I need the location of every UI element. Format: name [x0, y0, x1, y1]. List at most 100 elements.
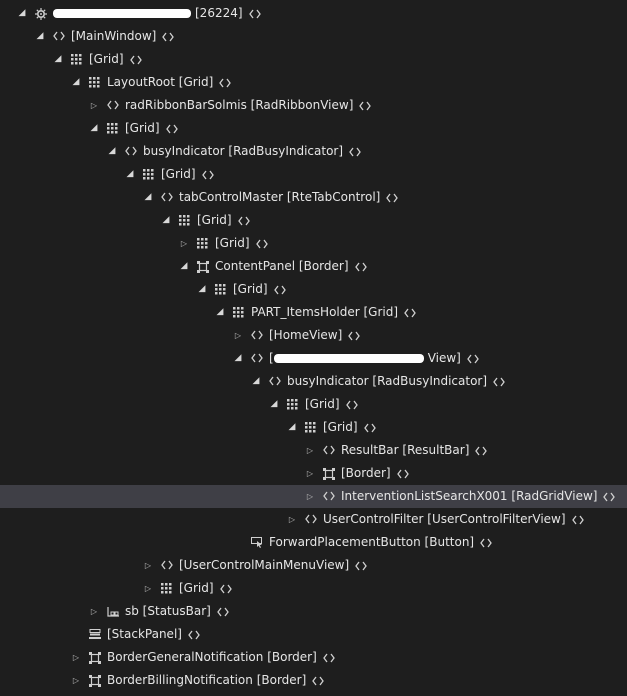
collapse-arrow-icon[interactable]: ◢: [214, 301, 226, 324]
tree-row[interactable]: ◢ [26224]: [0, 2, 627, 25]
tree-row[interactable]: ◢ busyIndicator [RadBusyIndicator]: [0, 140, 627, 163]
tree-row[interactable]: ◢ LayoutRoot [Grid]: [0, 71, 627, 94]
code-icon[interactable]: [480, 531, 494, 554]
collapse-arrow-icon[interactable]: ◢: [250, 370, 262, 393]
expand-arrow-icon[interactable]: ▷: [286, 508, 298, 531]
expand-arrow-icon[interactable]: ▷: [232, 324, 244, 347]
code-icon[interactable]: [475, 439, 489, 462]
expand-arrow-icon[interactable]: ▷: [178, 232, 190, 255]
collapse-arrow-icon[interactable]: ◢: [268, 393, 280, 416]
border-icon: [88, 669, 102, 692]
border-icon: [88, 646, 102, 669]
tree-row[interactable]: ▷ [Grid]: [0, 232, 627, 255]
code-icon[interactable]: [349, 140, 363, 163]
collapse-arrow-icon[interactable]: ◢: [178, 255, 190, 278]
code-icon[interactable]: [493, 370, 507, 393]
tree-row[interactable]: ▷ BorderGeneralNotification [Border]: [0, 646, 627, 669]
collapse-arrow-icon[interactable]: ◢: [124, 163, 136, 186]
code-icon[interactable]: [248, 2, 263, 25]
expand-arrow-icon[interactable]: ▷: [304, 462, 316, 485]
expand-arrow-icon[interactable]: ▷: [88, 600, 100, 623]
collapse-arrow-icon[interactable]: ◢: [106, 140, 118, 163]
tree-row[interactable]: ▷ [UserControlMainMenuView]: [0, 554, 627, 577]
code-icon[interactable]: [188, 623, 202, 646]
tree-row[interactable]: ▷ ResultBar [ResultBar]: [0, 439, 627, 462]
tree-row[interactable]: ▷ UserControlFilter [UserControlFilterVie…: [0, 508, 627, 531]
expand-arrow-icon[interactable]: ▷: [70, 669, 82, 692]
collapse-arrow-icon[interactable]: ◢: [160, 209, 172, 232]
tree-row[interactable]: ◢ [Grid]: [0, 278, 627, 301]
code-icon[interactable]: [603, 485, 617, 508]
expand-arrow-icon[interactable]: ▷: [304, 439, 316, 462]
tree-row-label: ForwardPlacementButton [Button]: [269, 531, 494, 554]
collapse-arrow-icon[interactable]: ◢: [232, 347, 244, 370]
tree-row[interactable]: ▷ BorderBillingNotification [Border]: [0, 669, 627, 692]
tree-row[interactable]: ◢ [View]: [0, 347, 627, 370]
tree-row-label: [Grid]: [125, 117, 180, 140]
collapse-arrow-icon[interactable]: ◢: [70, 71, 82, 94]
code-icon: [160, 554, 174, 577]
code-icon[interactable]: [345, 393, 360, 416]
code-icon[interactable]: [322, 646, 337, 669]
tree-row-label: [View]: [269, 347, 481, 370]
tree-row[interactable]: ◢ [Grid]: [0, 117, 627, 140]
code-icon[interactable]: [348, 324, 362, 347]
code-icon[interactable]: [217, 600, 231, 623]
tree-row[interactable]: ForwardPlacementButton [Button]: [0, 531, 627, 554]
code-icon[interactable]: [404, 301, 418, 324]
expand-arrow-icon[interactable]: ▷: [304, 485, 316, 508]
collapse-arrow-icon[interactable]: ◢: [16, 2, 28, 25]
code-icon[interactable]: [396, 462, 411, 485]
collapse-arrow-icon[interactable]: ◢: [286, 416, 298, 439]
tree-row[interactable]: ▷ sb [StatusBar]: [0, 600, 627, 623]
collapse-arrow-icon[interactable]: ◢: [52, 48, 64, 71]
code-icon[interactable]: [363, 416, 378, 439]
tree-row[interactable]: ◢ [MainWindow]: [0, 25, 627, 48]
tree-row[interactable]: ◢ [Grid]: [0, 48, 627, 71]
tree-row[interactable]: ◢ [Grid]: [0, 416, 627, 439]
code-icon[interactable]: [386, 186, 400, 209]
tree-row[interactable]: ◢ [Grid]: [0, 163, 627, 186]
code-icon[interactable]: [162, 25, 176, 48]
code-icon[interactable]: [571, 508, 586, 531]
tree-row[interactable]: ▷ radRibbonBarSolmis [RadRibbonView]: [0, 94, 627, 117]
code-icon[interactable]: [129, 48, 144, 71]
tree-row[interactable]: [StackPanel]: [0, 623, 627, 646]
code-icon[interactable]: [165, 117, 180, 140]
tree-row[interactable]: ◢ ContentPanel [Border]: [0, 255, 627, 278]
collapse-arrow-icon[interactable]: ◢: [88, 117, 100, 140]
collapse-arrow-icon[interactable]: ◢: [196, 278, 208, 301]
tree-row[interactable]: ▷ [Border]: [0, 462, 627, 485]
tree-row[interactable]: ▷ InterventionListSearchX001 [RadGridView…: [0, 485, 627, 508]
expand-arrow-icon[interactable]: ▷: [88, 94, 100, 117]
code-icon[interactable]: [359, 94, 373, 117]
tree-row-label: BorderBillingNotification [Border]: [107, 669, 326, 692]
code-icon: [322, 439, 336, 462]
tree-row[interactable]: ◢ [Grid]: [0, 393, 627, 416]
code-icon[interactable]: [312, 669, 326, 692]
code-icon[interactable]: [467, 347, 481, 370]
code-icon[interactable]: [355, 554, 369, 577]
code-icon[interactable]: [201, 163, 216, 186]
code-icon[interactable]: [237, 209, 252, 232]
tree-row[interactable]: ◢ busyIndicator [RadBusyIndicator]: [0, 370, 627, 393]
code-icon[interactable]: [255, 232, 270, 255]
tree-row[interactable]: ◢ tabControlMaster [RteTabControl]: [0, 186, 627, 209]
code-icon[interactable]: [354, 255, 369, 278]
tree-row[interactable]: ▷ [Grid]: [0, 577, 627, 600]
tree-row-label: [MainWindow]: [71, 25, 176, 48]
code-icon: [124, 140, 138, 163]
code-icon[interactable]: [219, 577, 234, 600]
collapse-arrow-icon[interactable]: ◢: [34, 25, 46, 48]
code-icon[interactable]: [273, 278, 288, 301]
expand-arrow-icon[interactable]: ▷: [70, 646, 82, 669]
visual-tree-view[interactable]: ◢ [26224] ◢ [MainWindow] ◢ [Grid] ◢ LayoutRoot …: [0, 0, 627, 696]
tree-row-label: PART_ItemsHolder [Grid]: [251, 301, 418, 324]
collapse-arrow-icon[interactable]: ◢: [142, 186, 154, 209]
expand-arrow-icon[interactable]: ▷: [142, 554, 154, 577]
tree-row[interactable]: ▷ [HomeView]: [0, 324, 627, 347]
tree-row[interactable]: ◢ PART_ItemsHolder [Grid]: [0, 301, 627, 324]
expand-arrow-icon[interactable]: ▷: [142, 577, 154, 600]
tree-row[interactable]: ◢ [Grid]: [0, 209, 627, 232]
code-icon[interactable]: [219, 71, 233, 94]
